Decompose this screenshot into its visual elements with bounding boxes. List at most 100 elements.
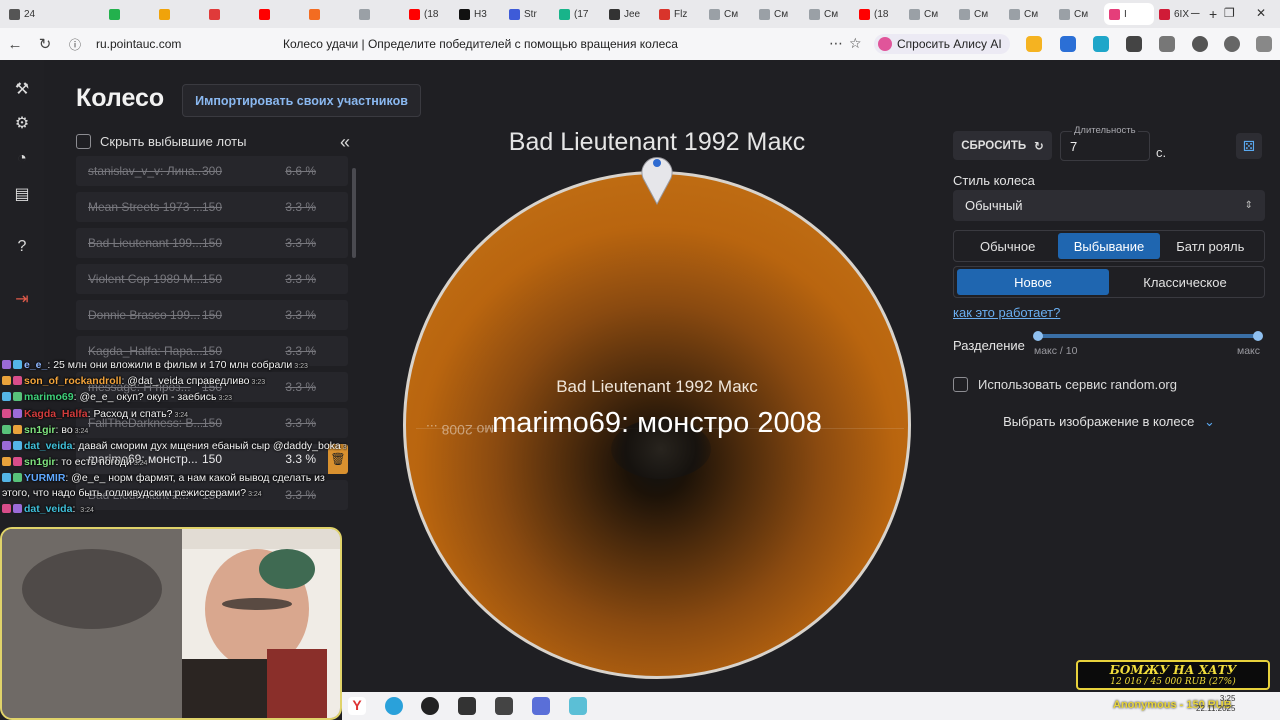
- more-icon[interactable]: ⋯: [829, 35, 843, 52]
- wheel-icon[interactable]: ◔: [11, 148, 33, 170]
- browser-tab[interactable]: H3: [454, 3, 504, 25]
- telegram-icon[interactable]: [385, 697, 403, 715]
- browser-tab[interactable]: (18: [854, 3, 904, 25]
- extension-icon[interactable]: [1126, 36, 1142, 52]
- site-info-icon[interactable]: ⓘ: [60, 36, 90, 53]
- random-org-checkbox[interactable]: [953, 377, 968, 392]
- url-text[interactable]: ru.pointauc.com: [96, 37, 181, 51]
- wheel-style-select[interactable]: Обычный ⇕: [953, 190, 1265, 221]
- tab-favicon-icon: [809, 8, 820, 20]
- mode-option[interactable]: Выбывание: [1058, 233, 1160, 259]
- browser-tab[interactable]: [304, 3, 354, 25]
- slider-handle[interactable]: [1033, 331, 1043, 341]
- browser-tab[interactable]: (18: [404, 3, 454, 25]
- bookmark-icon[interactable]: ☆: [849, 35, 862, 52]
- gear-icon[interactable]: ⚙: [11, 112, 33, 134]
- lot-row[interactable]: Mean Streets 1973 ... 150 3.3 %: [76, 192, 348, 222]
- chat-username[interactable]: marimo69: [24, 391, 74, 403]
- browser-tab[interactable]: Cм: [754, 3, 804, 25]
- logout-icon[interactable]: ⇥: [11, 288, 33, 310]
- app-icon[interactable]: [569, 697, 587, 715]
- browser-tab[interactable]: Cм: [954, 3, 1004, 25]
- chat-username[interactable]: sn1gir: [24, 456, 56, 468]
- how-it-works-link[interactable]: как это работает?: [953, 305, 1060, 320]
- lot-row[interactable]: Violent Cop 1989 M... 150 3.3 %: [76, 264, 348, 294]
- lot-row[interactable]: Bad Lieutenant 199... 150 3.3 %: [76, 228, 348, 258]
- hide-eliminated-checkbox[interactable]: [76, 134, 91, 149]
- clipboard-icon[interactable]: ▤: [11, 183, 33, 205]
- split-slider[interactable]: [1033, 331, 1263, 341]
- browser-tab[interactable]: Flz: [654, 3, 704, 25]
- gavel-icon[interactable]: ⚒: [11, 78, 33, 100]
- browser-tab[interactable]: Jee: [604, 3, 654, 25]
- browser-tab[interactable]: I: [1104, 3, 1154, 25]
- browser-tab[interactable]: [154, 3, 204, 25]
- chat-timestamp: 3:24: [342, 444, 347, 452]
- chat-username[interactable]: son_of_rockandroll: [24, 375, 121, 387]
- browser-tab[interactable]: Cм: [1054, 3, 1104, 25]
- duration-value[interactable]: 7: [1070, 139, 1077, 154]
- chat-text: то есть погоди: [61, 456, 132, 469]
- variant-option[interactable]: Классическое: [1109, 269, 1261, 295]
- lot-list-scrollbar[interactable]: [352, 168, 356, 258]
- browser-tab[interactable]: [204, 3, 254, 25]
- webcam-image: [2, 529, 340, 718]
- variant-option[interactable]: Новое: [957, 269, 1109, 295]
- slider-handle[interactable]: [1253, 331, 1263, 341]
- hide-eliminated-row[interactable]: Скрыть выбывшие лоты: [76, 134, 246, 149]
- browser-tab[interactable]: Cм: [704, 3, 754, 25]
- extension-icon[interactable]: [1159, 36, 1175, 52]
- back-icon[interactable]: ←: [0, 36, 30, 53]
- extension-icon[interactable]: [1026, 36, 1042, 52]
- wheel-image-select-label: Выбрать изображение в колесе: [1003, 414, 1195, 429]
- download-icon[interactable]: [1224, 36, 1240, 52]
- extension-icon[interactable]: [1093, 36, 1109, 52]
- browser-tab[interactable]: Cм: [904, 3, 954, 25]
- chat-username[interactable]: Kagda_Halfa: [24, 408, 88, 420]
- close-window-icon[interactable]: ✕: [1256, 6, 1266, 20]
- browser-tab[interactable]: 24: [4, 3, 54, 25]
- tab-label: (18: [424, 8, 439, 20]
- reload-icon[interactable]: ↻: [30, 35, 60, 53]
- dice-icon[interactable]: ⚄: [1236, 133, 1262, 159]
- app-icon[interactable]: [495, 697, 513, 715]
- browser-tab[interactable]: Cм: [804, 3, 854, 25]
- help-icon[interactable]: ?: [11, 236, 33, 258]
- app-icon[interactable]: [458, 697, 476, 715]
- browser-tab[interactable]: [254, 3, 304, 25]
- tab-label: Cм: [774, 8, 789, 20]
- menu-icon[interactable]: [1256, 36, 1272, 52]
- wheel-style-label: Стиль колеса: [953, 173, 1035, 188]
- translate-icon[interactable]: [1060, 36, 1076, 52]
- random-org-row[interactable]: Использовать сервис random.org: [953, 377, 1177, 392]
- app-icon[interactable]: [532, 697, 550, 715]
- obs-icon[interactable]: [421, 697, 439, 715]
- minimize-icon[interactable]: ─: [1191, 6, 1200, 20]
- lot-row[interactable]: stanislav_v_v: Лина... 300 6.6 %: [76, 156, 348, 186]
- chat-username[interactable]: dat_veida: [24, 503, 72, 515]
- restore-icon[interactable]: ❐: [1224, 6, 1235, 20]
- chat-username[interactable]: YURMIR: [24, 472, 65, 484]
- chat-username[interactable]: dat_veida: [24, 440, 72, 452]
- browser-tab[interactable]: Str: [504, 3, 554, 25]
- lot-row[interactable]: Donnie Brasco 199... 150 3.3 %: [76, 300, 348, 330]
- wheel-image-select[interactable]: Выбрать изображение в колесе ⌄: [953, 414, 1265, 430]
- browser-tab[interactable]: [54, 3, 104, 25]
- browser-tab[interactable]: [104, 3, 154, 25]
- ask-alice-button[interactable]: Спросить Алису AI: [874, 34, 1010, 54]
- browser-tab[interactable]: [354, 3, 404, 25]
- chat-username[interactable]: sn1gir: [24, 424, 56, 436]
- mode-option[interactable]: Обычное: [957, 233, 1058, 259]
- chat-username[interactable]: e_e_: [24, 359, 47, 371]
- mode-option[interactable]: Батл рояль: [1160, 233, 1261, 259]
- profile-icon[interactable]: [1192, 36, 1208, 52]
- tab-favicon-icon: [409, 8, 420, 20]
- reset-button[interactable]: СБРОСИТЬ ↻: [953, 131, 1052, 160]
- import-participants-button[interactable]: Импортировать своих участников: [182, 84, 421, 117]
- browser-tab[interactable]: Cм: [1004, 3, 1054, 25]
- collapse-panel-icon[interactable]: «: [340, 132, 350, 153]
- yandex-icon[interactable]: Y: [348, 697, 366, 715]
- browser-tab[interactable]: (17: [554, 3, 604, 25]
- chat-badge-icon: [2, 457, 11, 467]
- chat-badge-icon: [13, 408, 22, 418]
